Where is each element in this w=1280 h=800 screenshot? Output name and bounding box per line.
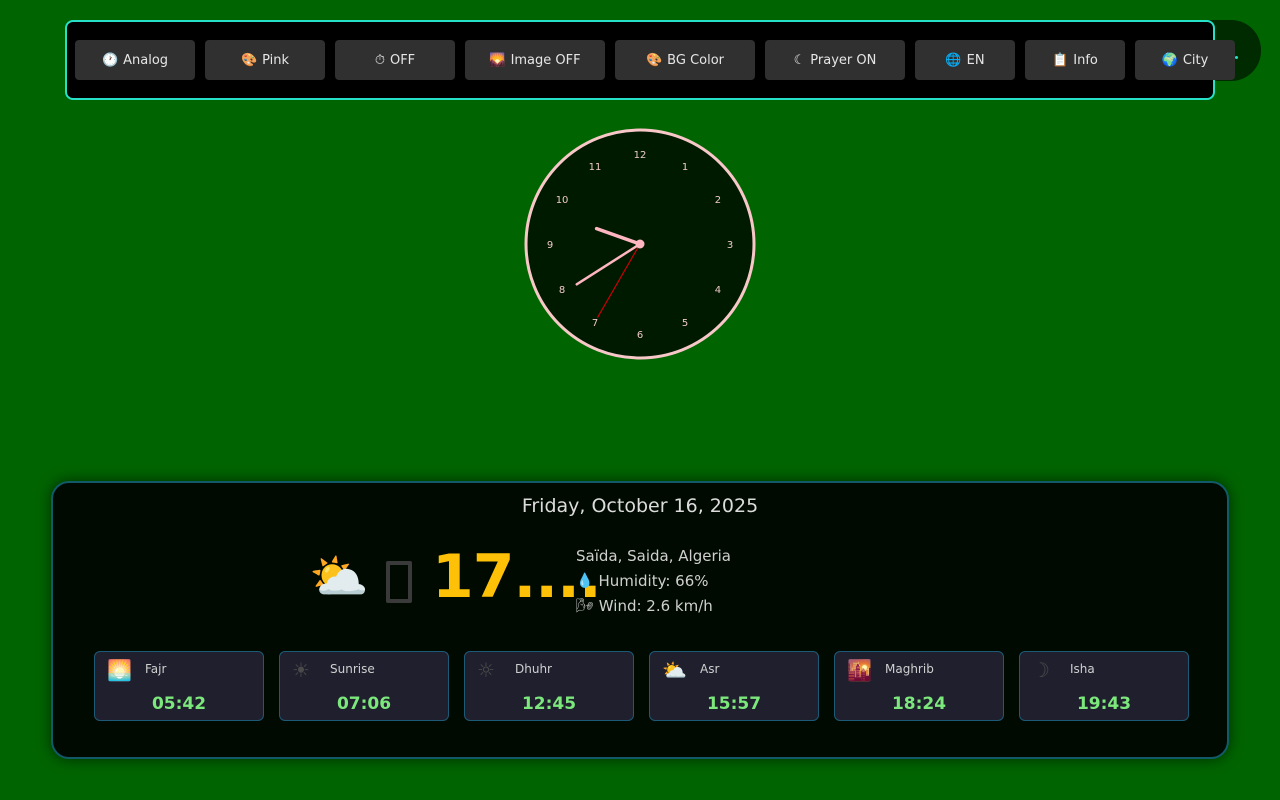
missing-glyph-icon [386, 561, 412, 603]
clock-number: 2 [715, 195, 721, 206]
partly-cloudy-icon: ⛅ [662, 658, 687, 682]
prayer-name: Asr [700, 662, 720, 676]
image-icon: 🌄 [489, 52, 506, 68]
bg-color-label: BG Color [667, 52, 725, 68]
clock-center-pin [635, 239, 645, 249]
moon-icon: ☾ [793, 52, 806, 68]
clock-number: 3 [727, 240, 733, 251]
wind-row: 🌬 Wind: 2.6 km/h [576, 597, 713, 615]
image-toggle-label: Image OFF [510, 52, 581, 68]
prayer-time: 15:57 [706, 694, 762, 714]
sun-outline-icon: ☼ [477, 658, 495, 682]
palette-icon: 🎨 [240, 52, 258, 68]
location: Saïda, Saida, Algeria [576, 547, 731, 565]
analog-clock: 121234567891011 [524, 128, 756, 360]
clock-icon: 🕐 [101, 52, 119, 68]
prayer-card-fajr: 🌅 Fajr 05:42 [94, 651, 264, 721]
bg-color-button[interactable]: 🎨 BG Color [615, 40, 755, 80]
clock-number: 7 [592, 318, 598, 329]
humidity-row: 💧 Humidity: 66% [576, 572, 709, 590]
clock-number: 11 [589, 162, 602, 173]
info-label: Info [1073, 52, 1098, 68]
info-button[interactable]: 📋 Info [1025, 40, 1125, 80]
clock-number: 9 [547, 240, 553, 251]
theme-color-button[interactable]: 🎨 Pink [205, 40, 325, 80]
prayer-time: 05:42 [151, 694, 207, 714]
prayer-time: 18:24 [891, 694, 947, 714]
clock-mode-label: Analog [123, 52, 169, 68]
clock-number: 10 [556, 195, 569, 206]
droplet-icon: 💧 [576, 573, 594, 589]
prayer-name: Fajr [145, 662, 167, 676]
prayer-card-maghrib: 🌇 Maghrib 18:24 [834, 651, 1004, 721]
timer-toggle-button[interactable]: ⏱ OFF [335, 40, 455, 80]
clock-number: 12 [634, 150, 647, 161]
prayer-card-asr: ⛅ Asr 15:57 [649, 651, 819, 721]
humidity-text: Humidity: 66% [598, 572, 709, 590]
prayer-card-sunrise: ☀ Sunrise 07:06 [279, 651, 449, 721]
wind-icon: 🌬 [576, 598, 594, 614]
clock-number: 8 [559, 285, 565, 296]
crescent-moon-icon: ☽ [1032, 658, 1050, 682]
language-button[interactable]: 🌐 EN [915, 40, 1015, 80]
clipboard-icon: 📋 [1052, 52, 1069, 68]
prayer-toggle-button[interactable]: ☾ Prayer ON [765, 40, 905, 80]
prayer-toggle-label: Prayer ON [810, 52, 877, 68]
prayer-name: Isha [1070, 662, 1095, 676]
prayer-card-dhuhr: ☼ Dhuhr 12:45 [464, 651, 634, 721]
clock-mode-button[interactable]: 🕐 Analog [75, 40, 195, 80]
globe-icon: 🌐 [945, 52, 962, 68]
info-panel: Friday, October 16, 2025 ⛅ 17.... Saïda,… [51, 481, 1229, 759]
clock-number: 4 [715, 285, 721, 296]
sunset-city-icon: 🌇 [847, 658, 872, 682]
clock-number: 1 [682, 162, 688, 173]
sunrise-horizon-icon: 🌅 [107, 658, 132, 682]
timer-toggle-label: OFF [389, 52, 416, 68]
sun-icon: ☀ [292, 658, 310, 682]
clock-number: 6 [637, 330, 643, 341]
language-label: EN [966, 52, 985, 68]
prayer-name: Sunrise [330, 662, 375, 676]
current-date: Friday, October 16, 2025 [521, 495, 759, 517]
city-label: City [1182, 52, 1209, 68]
palette-icon: 🎨 [645, 52, 663, 68]
partly-cloudy-icon: ⛅ [309, 549, 369, 605]
prayer-card-isha: ☽ Isha 19:43 [1019, 651, 1189, 721]
prayer-name: Dhuhr [515, 662, 552, 676]
city-button[interactable]: 🌍 City [1135, 40, 1235, 80]
overflow-dot-icon [1235, 56, 1238, 59]
clock-number: 5 [682, 318, 688, 329]
prayer-name: Maghrib [885, 662, 934, 676]
prayer-time: 07:06 [336, 694, 392, 714]
prayer-time: 12:45 [521, 694, 577, 714]
prayer-time: 19:43 [1076, 694, 1132, 714]
stopwatch-icon: ⏱ [374, 52, 385, 68]
wind-text: Wind: 2.6 km/h [598, 597, 713, 615]
image-toggle-button[interactable]: 🌄 Image OFF [465, 40, 605, 80]
earth-icon: 🌍 [1161, 52, 1178, 68]
theme-color-label: Pink [262, 52, 290, 68]
